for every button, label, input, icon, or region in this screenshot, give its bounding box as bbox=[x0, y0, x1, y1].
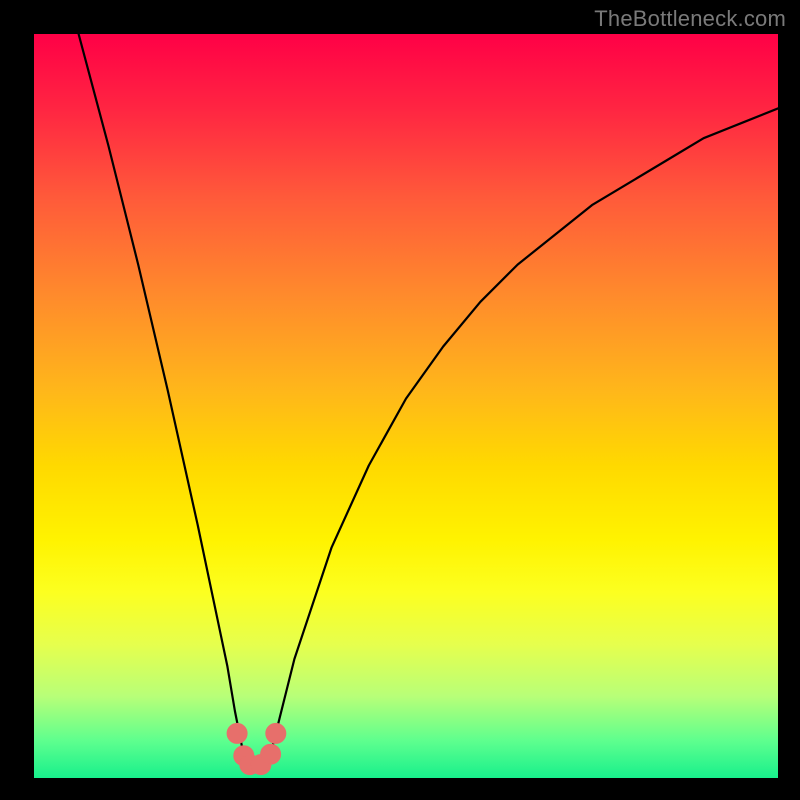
curve-marker bbox=[261, 744, 281, 764]
curve-marker bbox=[266, 723, 286, 743]
watermark-text: TheBottleneck.com bbox=[594, 6, 786, 32]
curve-marker bbox=[227, 723, 247, 743]
curve-overlay bbox=[34, 34, 778, 778]
plot-area bbox=[34, 34, 778, 778]
bottleneck-curve bbox=[79, 34, 778, 767]
marker-cluster bbox=[227, 723, 286, 774]
chart-frame: TheBottleneck.com bbox=[0, 0, 800, 800]
